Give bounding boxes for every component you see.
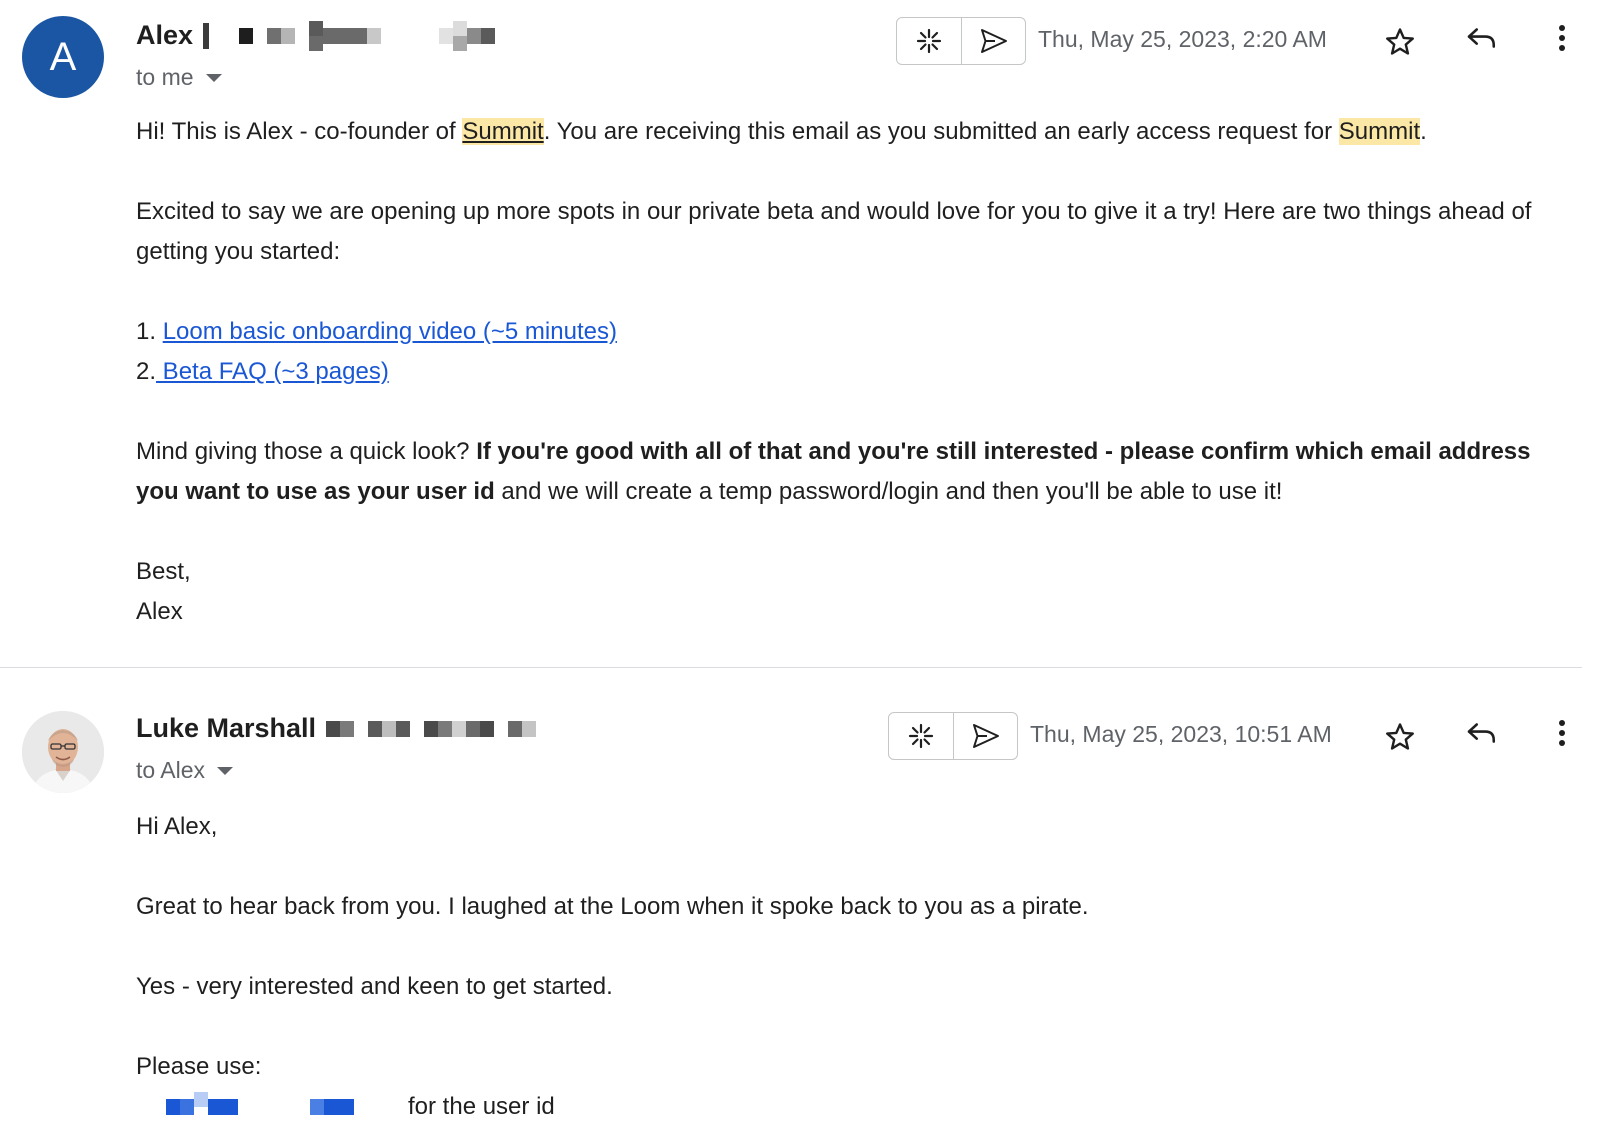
redacted-email <box>326 719 537 739</box>
recipient-label: to me <box>136 64 194 90</box>
body-paragraph: Great to hear back from you. I laughed a… <box>136 893 1089 920</box>
message-action-group <box>888 712 1018 760</box>
sender-info[interactable]: Alex <box>136 20 496 51</box>
body-paragraph: Hi! This is Alex - co-founder of Summit.… <box>136 118 1427 145</box>
sender-name: Alex <box>136 20 194 50</box>
user-id-line: for the user id <box>136 1087 1566 1127</box>
ai-sparkle-button[interactable] <box>889 713 953 759</box>
reply-icon <box>1467 723 1496 743</box>
body-paragraph: Mind giving those a quick look? If you'r… <box>136 438 1531 505</box>
message-timestamp: Thu, May 25, 2023, 2:20 AM <box>1038 26 1327 52</box>
redacted-email-link <box>166 1087 408 1127</box>
sender-name: Luke Marshall <box>136 713 317 743</box>
onboarding-video-link[interactable]: Loom basic onboarding video (~5 minutes) <box>163 318 617 345</box>
sender-avatar[interactable]: A <box>22 16 104 98</box>
star-icon <box>1386 28 1414 55</box>
more-vert-icon <box>1559 720 1565 746</box>
signoff: Best, <box>136 558 191 585</box>
ai-sparkle-icon <box>908 723 934 749</box>
more-options-button[interactable] <box>1542 18 1582 58</box>
list-item: 1. Loom basic onboarding video (~5 minut… <box>136 318 617 345</box>
profile-photo <box>22 711 104 793</box>
body-paragraph: Excited to say we are opening up more sp… <box>136 198 1532 265</box>
send-button[interactable] <box>961 18 1025 64</box>
star-icon <box>1386 723 1414 750</box>
email-message-1: A Alex to me Thu, May 25, 2023, 2:20 AM … <box>0 0 1604 668</box>
body-paragraph: Please use: for the user id <box>136 1047 1566 1127</box>
sender-info[interactable]: Luke Marshall <box>136 713 537 744</box>
signature: Alex <box>136 598 183 625</box>
greeting: Hi Alex, <box>136 813 218 840</box>
message-action-group <box>896 17 1026 65</box>
highlighted-keyword: Summit <box>1338 118 1421 145</box>
message-timestamp: Thu, May 25, 2023, 10:51 AM <box>1030 721 1332 747</box>
reply-icon <box>1467 28 1496 48</box>
recipient-label: to Alex <box>136 757 206 783</box>
more-vert-icon <box>1559 25 1565 51</box>
ai-sparkle-icon <box>916 28 942 54</box>
recipient-details-toggle[interactable]: to me <box>136 64 222 91</box>
avatar-letter: A <box>49 34 77 79</box>
email-message-2: Luke Marshall to Alex Thu, May 25, 2023,… <box>0 669 1604 1146</box>
message-body: Hi! This is Alex - co-founder of Summit.… <box>136 112 1566 632</box>
signature-block: Best, Alex <box>136 552 1566 632</box>
reply-button[interactable] <box>1461 18 1501 58</box>
body-paragraph: Yes - very interested and keen to get st… <box>136 973 613 1000</box>
ai-sparkle-button[interactable] <box>897 18 961 64</box>
send-button[interactable] <box>953 713 1017 759</box>
sender-avatar[interactable] <box>22 711 104 793</box>
chevron-down-icon <box>217 766 234 775</box>
recipient-details-toggle[interactable]: to Alex <box>136 757 234 784</box>
more-options-button[interactable] <box>1542 713 1582 753</box>
link-list: 1. Loom basic onboarding video (~5 minut… <box>136 312 1566 392</box>
list-item: 2. Beta FAQ (~3 pages) <box>136 358 389 385</box>
chevron-down-icon <box>205 73 222 82</box>
beta-faq-link[interactable]: Beta FAQ (~3 pages) <box>156 358 389 385</box>
star-button[interactable] <box>1380 717 1420 757</box>
send-icon <box>972 724 999 748</box>
message-body: Hi Alex, Great to hear back from you. I … <box>136 807 1566 1127</box>
redacted-email <box>203 20 496 51</box>
highlighted-keyword: Summit <box>462 118 544 145</box>
reply-button[interactable] <box>1461 713 1501 753</box>
user-id-suffix: for the user id <box>408 1093 555 1120</box>
send-icon <box>980 29 1007 53</box>
star-button[interactable] <box>1380 22 1420 62</box>
please-use-label: Please use: <box>136 1053 262 1080</box>
message-divider <box>0 667 1582 668</box>
